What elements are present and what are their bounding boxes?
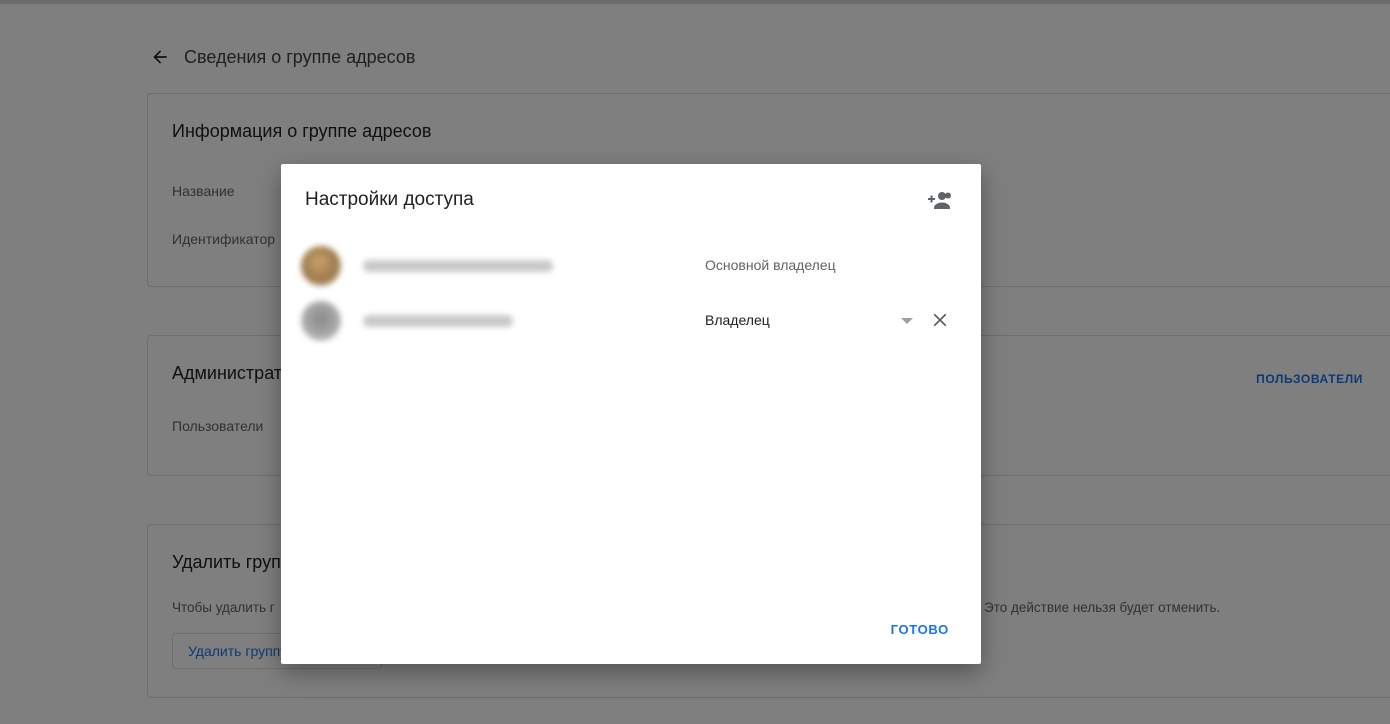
role-dropdown-value: Владелец bbox=[705, 312, 770, 328]
user-row-owner: Владелец bbox=[297, 296, 957, 346]
page: Сведения о группе адресов Информация о г… bbox=[0, 0, 1390, 724]
user-identity-blurred bbox=[297, 296, 513, 346]
user-identity-blurred bbox=[297, 241, 553, 291]
person-add-icon[interactable] bbox=[927, 190, 953, 210]
user-name-redacted bbox=[363, 315, 513, 327]
user-row-primary-owner: Основной владелец bbox=[297, 241, 957, 291]
user-name-redacted bbox=[363, 260, 553, 272]
role-dropdown[interactable]: Владелец bbox=[705, 310, 913, 332]
close-icon[interactable] bbox=[929, 309, 951, 331]
dialog-title: Настройки доступа bbox=[305, 189, 474, 210]
user-role-label: Основной владелец bbox=[705, 257, 836, 273]
dropdown-arrow-icon bbox=[901, 318, 913, 324]
avatar bbox=[301, 301, 341, 341]
access-settings-dialog: Настройки доступа Основной владелец Влад… bbox=[281, 164, 981, 664]
avatar bbox=[301, 246, 341, 286]
done-button[interactable]: ГОТОВО bbox=[891, 622, 949, 637]
